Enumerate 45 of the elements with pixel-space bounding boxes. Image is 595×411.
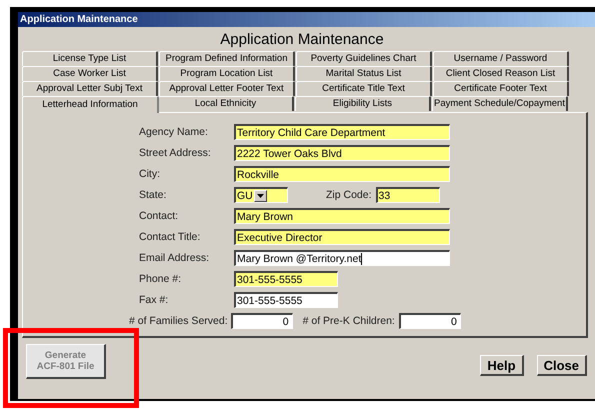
tab[interactable]: Program Location List xyxy=(159,66,295,81)
field-label: State: xyxy=(139,189,168,201)
tab[interactable]: License Type List xyxy=(22,51,158,66)
field-label: Agency Name: xyxy=(139,126,209,138)
input-field[interactable]: 2222 Tower Oaks Blvd xyxy=(234,145,450,161)
input-field[interactable]: 0 xyxy=(230,313,293,329)
field-label: Phone #: xyxy=(139,273,182,285)
tab[interactable]: Client Closed Reason List xyxy=(433,66,569,81)
tab[interactable]: Payment Schedule/Copayment xyxy=(432,96,568,111)
tab[interactable]: Approval Letter Footer Text xyxy=(159,81,295,96)
field-label: Zip Code: xyxy=(326,189,372,201)
input-field[interactable]: 301-555-5555 xyxy=(234,292,338,308)
input-field[interactable]: Executive Director xyxy=(234,229,450,245)
tab[interactable]: Certificate Title Text xyxy=(296,81,432,96)
input-field[interactable]: Mary Brown @Territory.net xyxy=(234,250,450,266)
field-label: # of Pre-K Children: xyxy=(302,315,395,327)
tab[interactable]: Marital Status List xyxy=(296,66,432,81)
tab[interactable]: Certificate Footer Text xyxy=(433,81,569,96)
field-label: Email Address: xyxy=(139,252,210,264)
tab[interactable]: Program Defined Information xyxy=(159,51,295,66)
field-label: Contact Title: xyxy=(139,231,202,243)
input-field[interactable]: 0 xyxy=(398,313,461,329)
field-label: City: xyxy=(139,168,161,180)
field-label: # of Families Served: xyxy=(129,315,228,327)
field-label: Street Address: xyxy=(139,147,212,159)
text-cursor xyxy=(361,252,362,264)
window-title: Application Maintenance xyxy=(20,14,138,25)
input-field[interactable]: 301-555-5555 xyxy=(234,271,338,287)
tab[interactable]: Letterhead Information xyxy=(22,96,159,113)
tab[interactable]: Username / Password xyxy=(433,51,569,66)
tab[interactable]: Approval Letter Subj Text xyxy=(22,81,158,96)
input-field[interactable]: Rockville xyxy=(234,166,450,182)
field-label: Fax #: xyxy=(139,294,170,306)
tab[interactable]: Case Worker List xyxy=(22,66,158,81)
field-label: Contact: xyxy=(139,210,180,222)
tab[interactable]: Poverty Guidelines Chart xyxy=(296,51,432,66)
dialog-heading: Application Maintenance xyxy=(219,30,385,50)
input-field[interactable]: Mary Brown xyxy=(234,208,450,224)
dialog-button[interactable]: Close xyxy=(536,355,587,376)
tab[interactable]: Local Ethnicity xyxy=(158,96,294,111)
state-dropdown[interactable]: GU xyxy=(234,187,288,203)
tab[interactable]: Eligibility Lists xyxy=(295,96,431,111)
input-field[interactable]: Territory Child Care Department xyxy=(234,124,450,140)
input-field[interactable]: 33 xyxy=(376,187,440,203)
dialog-button[interactable]: Help xyxy=(480,355,524,376)
